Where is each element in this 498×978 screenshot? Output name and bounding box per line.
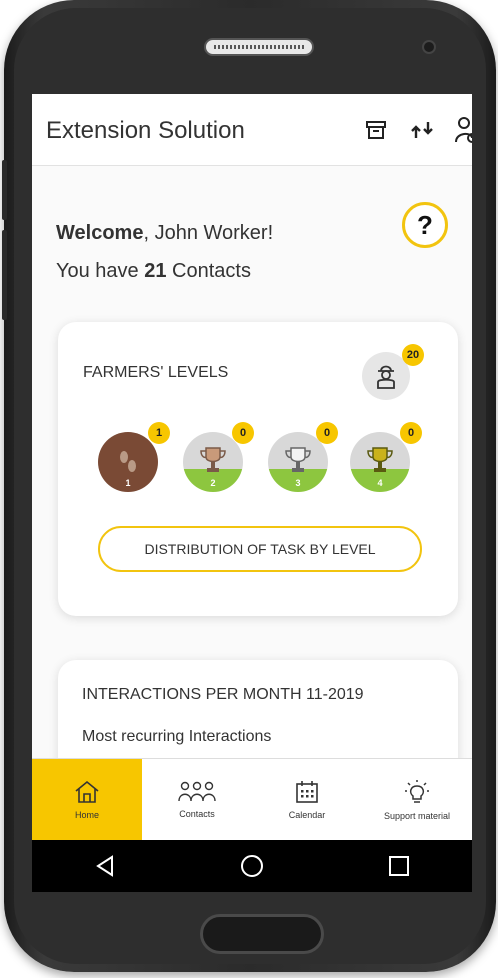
calendar-icon	[296, 781, 318, 803]
level-2-number: 2	[210, 478, 216, 488]
lightbulb-icon	[405, 780, 429, 803]
level-2-icon[interactable]: 2	[183, 432, 243, 492]
sync-icon[interactable]	[408, 116, 436, 144]
interactions-subtitle: Most recurring Interactions	[82, 728, 272, 745]
earpiece-speaker	[204, 38, 314, 56]
level-3-count-badge: 0	[316, 422, 338, 444]
level-1-icon[interactable]: 1	[98, 432, 158, 492]
bronze-trophy-icon	[200, 447, 226, 472]
app-screen: Extension Solution Welcome, John Worker!…	[32, 94, 472, 892]
contacts-suffix: Contacts	[166, 260, 251, 282]
contacts-prefix: You have	[56, 260, 145, 282]
level-4-number: 4	[377, 478, 383, 488]
greeting-line: Welcome, John Worker!	[56, 214, 273, 252]
farmer-icon	[377, 365, 395, 389]
contacts-count: 21	[144, 260, 167, 282]
front-camera	[422, 40, 436, 54]
user-settings-icon[interactable]	[452, 116, 472, 144]
level-1-number: 1	[125, 478, 131, 488]
total-farmers-badge: 20	[402, 344, 424, 366]
level-3-number: 3	[295, 478, 301, 488]
farmers-levels-card: FARMERS' LEVELS 20 1 1 2 0 3 0 4 0 DISTR…	[58, 322, 458, 616]
side-button	[2, 230, 7, 320]
footprints-icon	[120, 451, 136, 472]
level-1-count-badge: 1	[148, 422, 170, 444]
greeting-bold: Welcome	[56, 222, 144, 244]
home-circle-icon[interactable]	[240, 854, 264, 878]
volume-button	[2, 160, 7, 220]
farmers-levels-title: FARMERS' LEVELS	[83, 364, 229, 381]
app-bar: Extension Solution	[32, 94, 472, 166]
help-button[interactable]: ?	[402, 202, 448, 248]
nav-support-material[interactable]: Support material	[362, 759, 472, 841]
distribution-by-level-button[interactable]: DISTRIBUTION OF TASK BY LEVEL	[98, 526, 422, 572]
level-4-count-badge: 0	[400, 422, 422, 444]
back-icon[interactable]	[94, 855, 116, 877]
welcome-message: Welcome, John Worker! You have 21 Contac…	[56, 214, 273, 290]
nav-home-label: Home	[74, 810, 99, 820]
nav-calendar[interactable]: Calendar	[252, 759, 362, 841]
help-symbol: ?	[417, 209, 433, 240]
nav-calendar-label: Calendar	[288, 810, 326, 820]
interactions-title: INTERACTIONS PER MONTH 11-2019	[82, 686, 364, 703]
level-4-icon[interactable]: 4	[350, 432, 410, 492]
silver-trophy-icon	[285, 447, 311, 472]
gold-trophy-icon	[367, 447, 393, 472]
android-navigation-bar	[32, 840, 472, 892]
nav-contacts-label: Contacts	[179, 809, 215, 819]
level-2-count-badge: 0	[232, 422, 254, 444]
home-icon	[75, 780, 99, 803]
greeting-name: , John Worker!	[143, 222, 274, 244]
nav-home[interactable]: Home	[32, 759, 142, 841]
nav-contacts[interactable]: Contacts	[142, 759, 252, 841]
nav-support-label: Support material	[383, 811, 451, 821]
contacts-icon	[178, 781, 216, 802]
archive-icon[interactable]	[362, 116, 390, 144]
bottom-navigation: Home Contacts Calendar Support material	[32, 758, 472, 841]
app-title: Extension Solution	[46, 117, 245, 144]
recents-icon[interactable]	[388, 855, 410, 877]
contacts-line: You have 21 Contacts	[56, 252, 273, 290]
hardware-home-button[interactable]	[200, 914, 324, 954]
